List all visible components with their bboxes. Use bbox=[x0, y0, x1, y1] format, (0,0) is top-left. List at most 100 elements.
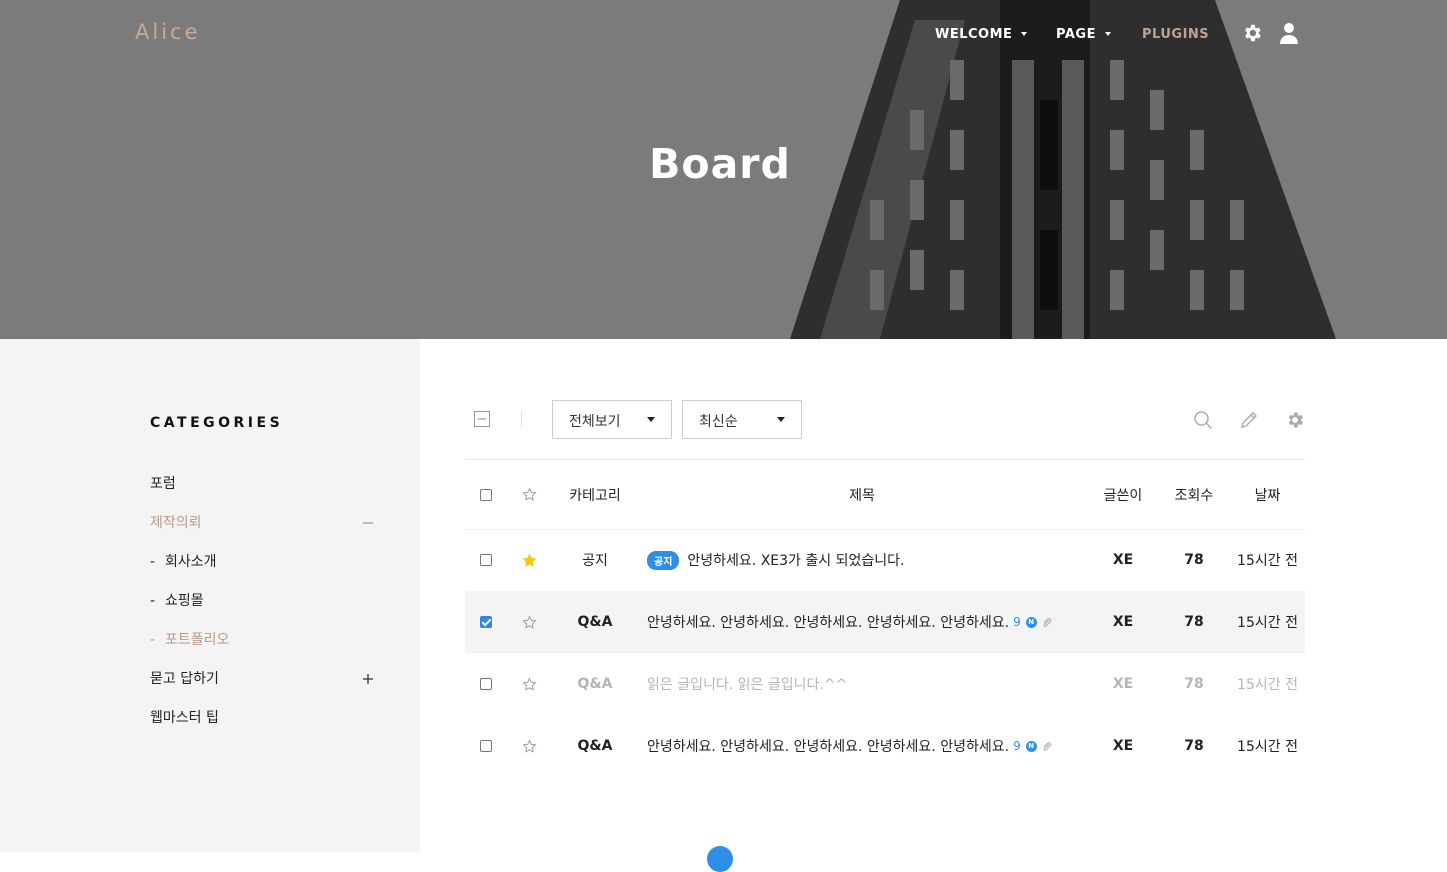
site-logo[interactable]: Alice bbox=[135, 20, 201, 44]
attachment-icon bbox=[1043, 742, 1051, 751]
row-checkbox[interactable] bbox=[480, 740, 492, 752]
user-icon[interactable] bbox=[1279, 22, 1299, 44]
table-row[interactable]: Q&A 안녕하세요. 안녕하세요. 안녕하세요. 안녕하세요. 안녕하세요. 9… bbox=[465, 715, 1305, 777]
row-title[interactable]: 읽은 글입니다. 읽은 글입니다.^^ bbox=[647, 653, 1077, 715]
select-all-checkbox[interactable] bbox=[480, 488, 492, 501]
star-header-cell bbox=[522, 460, 538, 529]
category-sidebar: CATEGORIES 포럼 제작의뢰 - 회사소개 - 쇼핑몰 - 포트폴리오 묻고 … bbox=[0, 339, 420, 852]
collapse-minus-icon[interactable] bbox=[362, 517, 374, 529]
nav-label: WELCOME bbox=[935, 26, 1013, 42]
comment-count: 9 bbox=[1013, 739, 1021, 753]
row-category: Q&A bbox=[577, 614, 613, 630]
row-category: 공지 bbox=[582, 553, 608, 569]
new-badge: N bbox=[1025, 616, 1037, 628]
row-star-cell bbox=[522, 653, 538, 715]
categories-heading: CATEGORIES bbox=[150, 415, 284, 431]
subitem-dash: - bbox=[150, 593, 156, 609]
subitem-dash: - bbox=[150, 632, 156, 648]
category-item-qna[interactable]: 묻고 답하기 bbox=[150, 668, 219, 688]
table-row[interactable]: 공지 공지 안녕하세요. XE3가 출시 되었습니다. XE 78 15시간 전 bbox=[465, 529, 1305, 591]
caret-down-icon bbox=[777, 417, 785, 422]
page-title: Board bbox=[649, 140, 791, 188]
row-checkbox[interactable] bbox=[480, 678, 492, 690]
row-star-cell bbox=[522, 715, 538, 777]
subitem-label: 쇼핑몰 bbox=[165, 593, 204, 609]
category-item-forum[interactable]: 포럼 bbox=[150, 473, 176, 493]
nav-item-welcome[interactable]: WELCOME bbox=[935, 24, 1028, 44]
nav-item-plugins[interactable]: PLUGINS bbox=[1142, 24, 1209, 44]
row-title-text[interactable]: 읽은 글입니다. 읽은 글입니다.^^ bbox=[647, 674, 847, 694]
column-header-writer[interactable]: 글쓴이 bbox=[1090, 460, 1156, 529]
row-views: 78 bbox=[1184, 614, 1204, 630]
row-writer[interactable]: XE bbox=[1090, 715, 1156, 777]
caret-down-icon bbox=[1104, 32, 1111, 36]
row-checkbox[interactable] bbox=[480, 554, 492, 566]
gear-icon[interactable] bbox=[1241, 22, 1263, 44]
nav-label: PLUGINS bbox=[1142, 26, 1210, 42]
category-item-webmaster-tips[interactable]: 웹마스터 팁 bbox=[150, 707, 219, 727]
row-title[interactable]: 공지 안녕하세요. XE3가 출시 되었습니다. bbox=[647, 529, 1077, 591]
bulk-select-icon[interactable] bbox=[474, 411, 490, 427]
row-date: 15시간 전 bbox=[1237, 677, 1298, 693]
select-all-cell bbox=[480, 460, 494, 529]
row-writer[interactable]: XE bbox=[1090, 591, 1156, 653]
row-checkbox-cell bbox=[480, 529, 494, 591]
star-outline-icon[interactable] bbox=[522, 738, 537, 754]
write-pencil-icon[interactable] bbox=[1239, 410, 1259, 430]
row-title-text[interactable]: 안녕하세요. 안녕하세요. 안녕하세요. 안녕하세요. 안녕하세요. bbox=[647, 612, 1009, 632]
column-header-title[interactable]: 제목 bbox=[647, 460, 1077, 529]
caret-down-icon bbox=[1021, 32, 1028, 36]
row-star-cell bbox=[522, 591, 538, 653]
sort-select[interactable]: 최신순 bbox=[682, 400, 802, 439]
hero-banner: Alice WELCOME PAGE PLUGINS Board bbox=[0, 0, 1447, 339]
filter-select[interactable]: 전체보기 bbox=[552, 400, 672, 439]
attachment-icon bbox=[1043, 618, 1051, 627]
notice-badge: 공지 bbox=[647, 550, 680, 570]
new-badge: N bbox=[1025, 740, 1037, 752]
row-title[interactable]: 안녕하세요. 안녕하세요. 안녕하세요. 안녕하세요. 안녕하세요. 9 N bbox=[647, 591, 1077, 653]
column-header-views[interactable]: 조회수 bbox=[1162, 460, 1226, 529]
toolbar-divider bbox=[521, 411, 522, 427]
star-outline-icon[interactable] bbox=[522, 676, 537, 692]
table-row[interactable]: Q&A 안녕하세요. 안녕하세요. 안녕하세요. 안녕하세요. 안녕하세요. 9… bbox=[465, 591, 1305, 653]
star-outline-icon[interactable] bbox=[522, 614, 537, 630]
row-writer[interactable]: XE bbox=[1090, 653, 1156, 715]
row-writer[interactable]: XE bbox=[1090, 529, 1156, 591]
row-checkbox-cell bbox=[480, 653, 494, 715]
row-title-text[interactable]: 안녕하세요. 안녕하세요. 안녕하세요. 안녕하세요. 안녕하세요. bbox=[647, 736, 1009, 756]
row-date: 15시간 전 bbox=[1237, 739, 1298, 755]
category-subitem-portfolio[interactable]: - 포트폴리오 bbox=[150, 629, 229, 649]
nav-label: PAGE bbox=[1056, 26, 1096, 42]
row-checkbox-cell bbox=[480, 715, 494, 777]
caret-down-icon bbox=[647, 417, 655, 422]
column-header-date[interactable]: 날짜 bbox=[1230, 460, 1305, 529]
category-item-request[interactable]: 제작의뢰 bbox=[150, 512, 202, 532]
row-checkbox-cell bbox=[480, 591, 494, 653]
row-views: 78 bbox=[1184, 552, 1204, 568]
row-star-cell bbox=[522, 529, 538, 591]
expand-plus-icon[interactable] bbox=[362, 673, 374, 685]
category-subitem-shop[interactable]: - 쇼핑몰 bbox=[150, 590, 204, 610]
row-title-text[interactable]: 안녕하세요. XE3가 출시 되었습니다. bbox=[687, 550, 904, 570]
row-title[interactable]: 안녕하세요. 안녕하세요. 안녕하세요. 안녕하세요. 안녕하세요. 9 N bbox=[647, 715, 1077, 777]
row-category: Q&A bbox=[577, 738, 613, 754]
search-icon[interactable] bbox=[1193, 410, 1213, 430]
filter-select-value: 전체보기 bbox=[569, 414, 621, 430]
row-date: 15시간 전 bbox=[1237, 553, 1298, 569]
table-header-row: 카테고리 제목 글쓴이 조회수 날짜 bbox=[465, 460, 1305, 530]
row-views: 78 bbox=[1184, 738, 1204, 754]
category-subitem-company[interactable]: - 회사소개 bbox=[150, 551, 217, 571]
row-date: 15시간 전 bbox=[1237, 615, 1298, 631]
subitem-label: 포트폴리오 bbox=[165, 632, 230, 648]
nav-item-page[interactable]: PAGE bbox=[1056, 24, 1111, 44]
row-checkbox[interactable] bbox=[480, 616, 492, 628]
star-outline-icon bbox=[522, 487, 537, 501]
row-category: Q&A bbox=[577, 676, 613, 692]
pagination-current-page[interactable] bbox=[707, 846, 733, 872]
star-filled-icon[interactable] bbox=[522, 552, 537, 568]
row-views: 78 bbox=[1184, 676, 1204, 692]
sort-select-value: 최신순 bbox=[699, 414, 738, 430]
table-row[interactable]: Q&A 읽은 글입니다. 읽은 글입니다.^^ XE 78 15시간 전 bbox=[465, 653, 1305, 715]
settings-gear-icon[interactable] bbox=[1285, 410, 1305, 430]
column-header-category[interactable]: 카테고리 bbox=[555, 460, 635, 529]
